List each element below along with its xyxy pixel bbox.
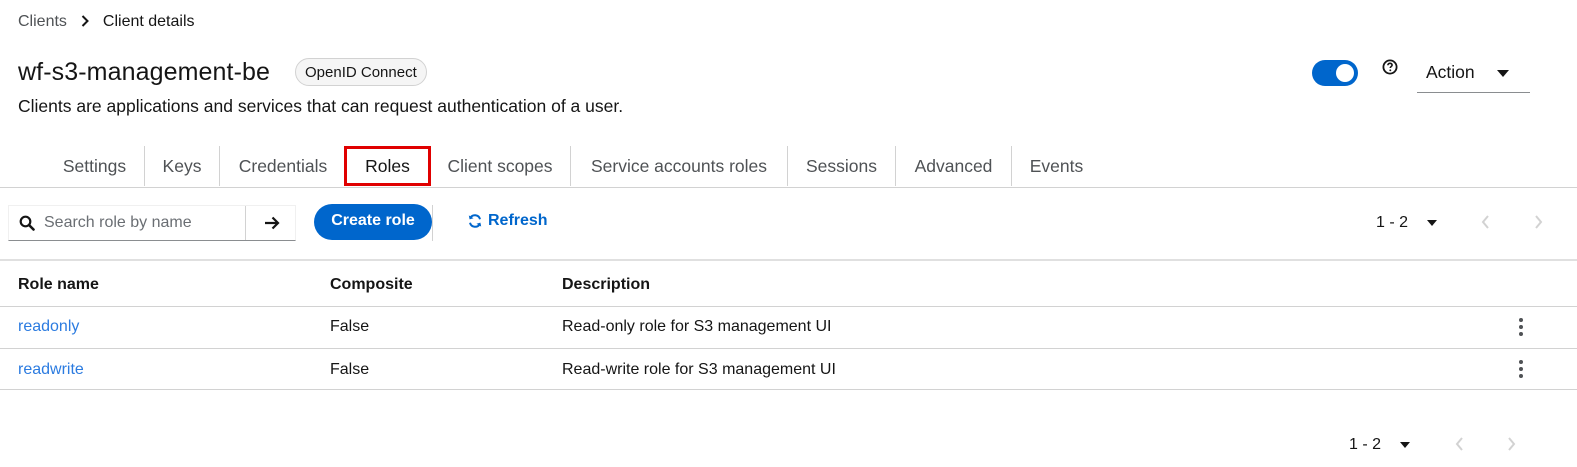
breadcrumb-current: Client details: [102, 13, 195, 30]
table-row: readonly False Read-only role for S3 man…: [0, 307, 1577, 348]
angle-right-icon[interactable]: [1534, 215, 1543, 234]
page-subtitle: Clients are applications and services th…: [18, 96, 624, 116]
search-input[interactable]: [44, 206, 244, 240]
breadcrumb: Clients Client details: [18, 13, 195, 31]
pagination-toggle[interactable]: 1 - 2: [1376, 214, 1408, 232]
description-value: Read-only role for S3 management UI: [562, 318, 832, 335]
action-label: Action: [1426, 62, 1475, 82]
description-value: Read-write role for S3 management UI: [562, 361, 836, 378]
table-row: readwrite False Read-write role for S3 m…: [0, 349, 1577, 390]
angle-right-icon[interactable]: [1507, 437, 1516, 456]
composite-value: False: [330, 361, 370, 378]
tab-settings[interactable]: Settings: [45, 146, 144, 186]
arrow-right-icon: [264, 216, 280, 230]
action-dropdown[interactable]: Action: [1417, 53, 1530, 93]
toggle-knob: [1336, 64, 1354, 82]
tab-sessions[interactable]: Sessions: [788, 146, 895, 186]
role-name-link[interactable]: readwrite: [18, 361, 84, 379]
search-submit-button[interactable]: [245, 206, 297, 240]
search-icon: [19, 215, 35, 236]
tab-events[interactable]: Events: [1012, 146, 1101, 186]
role-name-link[interactable]: readonly: [18, 318, 79, 336]
caret-down-icon[interactable]: [1400, 442, 1410, 448]
refresh-icon: [468, 214, 482, 228]
column-header-description: Description: [562, 276, 651, 293]
protocol-badge: OpenID Connect: [295, 58, 427, 86]
search-box: [8, 205, 296, 241]
tab-roles[interactable]: Roles: [344, 146, 431, 186]
enabled-toggle[interactable]: [1312, 60, 1358, 86]
refresh-label: Refresh: [488, 212, 548, 229]
column-header-role-name[interactable]: Role name: [18, 276, 99, 294]
column-header-composite: Composite: [330, 276, 413, 293]
help-icon[interactable]: [1382, 59, 1398, 75]
kebab-icon[interactable]: [1519, 318, 1523, 339]
table-top-border: [0, 259, 1577, 261]
composite-value: False: [330, 318, 370, 335]
row-divider: [0, 389, 1577, 390]
page-title: wf-s3-management-be: [18, 58, 271, 86]
kebab-icon[interactable]: [1519, 360, 1523, 381]
refresh-button[interactable]: Refresh: [467, 212, 548, 230]
tab-client-scopes[interactable]: Client scopes: [431, 146, 569, 186]
tab-bar: Settings Keys Credentials Roles Client s…: [0, 146, 1577, 188]
toolbar-divider: [432, 205, 433, 241]
tab-credentials[interactable]: Credentials: [220, 146, 346, 186]
caret-down-icon: [1497, 70, 1509, 77]
angle-left-icon[interactable]: [1455, 437, 1464, 456]
footer-pagination-toggle[interactable]: 1 - 2: [1349, 436, 1381, 454]
breadcrumb-clients-link[interactable]: Clients: [18, 13, 67, 31]
tab-advanced[interactable]: Advanced: [896, 146, 1011, 186]
tab-keys[interactable]: Keys: [145, 146, 219, 186]
chevron-right-icon: [81, 14, 89, 30]
tab-service-accounts-roles[interactable]: Service accounts roles: [571, 146, 787, 186]
angle-left-icon[interactable]: [1481, 215, 1490, 234]
create-role-button[interactable]: Create role: [314, 204, 432, 240]
caret-down-icon[interactable]: [1427, 220, 1437, 226]
